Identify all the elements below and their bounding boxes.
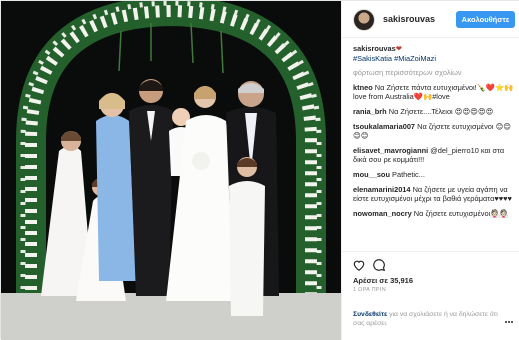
comment-text: Να Ζήσετε....Τέλειοι 😍😍😍😍😍: [388, 106, 494, 116]
caption: sakisrouvas❤ #SakisKatia #MiaZoiMazi: [353, 44, 515, 63]
comment-item: nowoman_nocry Να ζήσετε ευτυχισμένοι👰🏻👰🏻: [353, 209, 515, 219]
login-link[interactable]: Συνδεθείτε: [353, 311, 387, 318]
comment-item: elenamarini2014 Να ζήσετε με υγεία αγάπη…: [353, 185, 515, 204]
comment-text: Pathetic...: [392, 169, 425, 179]
comment-username[interactable]: nowoman_nocry: [353, 209, 412, 218]
caption-username[interactable]: sakisrouvas: [353, 44, 396, 53]
comment-item: rania_brh Να Ζήσετε....Τέλειοι 😍😍😍😍😍: [353, 107, 515, 117]
comment-text: Να Ζήσετε πάντα ευτυχισμένοι!🍾❤️⭐🙌love f…: [353, 82, 514, 102]
comment-username[interactable]: ktneo: [353, 83, 373, 92]
login-prompt: Συνδεθείτε για να σχολιάσετε ή να δηλώσε…: [353, 310, 503, 328]
comment-item: ktneo Να Ζήσετε πάντα ευτυχισμένοι!🍾❤️⭐🙌…: [353, 83, 515, 102]
comment-item: mou__sou Pathetic...: [353, 170, 515, 180]
more-options-icon[interactable]: [504, 314, 514, 324]
follow-button[interactable]: Ακολουθήστε: [456, 11, 515, 28]
header-username[interactable]: sakisrouvas: [383, 14, 435, 24]
likes-count[interactable]: Αρέσει σε 35,916: [353, 276, 413, 285]
comment-item: elisavet_mavrogianni @del_pierro10 και σ…: [353, 146, 515, 165]
comments-list[interactable]: sakisrouvas❤ #SakisKatia #MiaZoiMazi φόρ…: [353, 44, 515, 250]
post-photo[interactable]: [1, 1, 341, 340]
post-sidebar: sakisrouvas Ακολουθήστε sakisrouvas❤ #Sa…: [341, 1, 519, 340]
comment-username[interactable]: mou__sou: [353, 170, 390, 179]
post-timestamp: 1 ΩΡΑ ΠΡΙΝ: [353, 287, 386, 293]
instagram-post: sakisrouvas Ακολουθήστε sakisrouvas❤ #Sa…: [0, 0, 519, 340]
comment-username[interactable]: rania_brh: [353, 107, 387, 116]
post-header: sakisrouvas Ακολουθήστε: [342, 1, 519, 38]
comment-text: Να ζήσετε ευτυχισμένοι👰🏻👰🏻: [413, 208, 509, 218]
caption-hashtags[interactable]: #SakisKatia #MiaZoiMazi: [353, 54, 436, 63]
comment-username[interactable]: elenamarini2014: [353, 185, 411, 194]
heart-icon[interactable]: [352, 258, 366, 272]
comment-item: tsoukalamaria007 Να ζήσετε ευτυχισμένοι …: [353, 122, 515, 141]
avatar[interactable]: [353, 9, 375, 31]
comment-icon[interactable]: [372, 258, 386, 272]
comment-username[interactable]: tsoukalamaria007: [353, 122, 415, 131]
heart-emoji-icon: ❤: [395, 44, 402, 53]
wedding-photo-illustration: [1, 1, 341, 340]
load-more-comments[interactable]: φόρτωση περισσότερων σχολίων: [353, 68, 515, 78]
comment-username[interactable]: elisavet_mavrogianni: [353, 146, 428, 155]
